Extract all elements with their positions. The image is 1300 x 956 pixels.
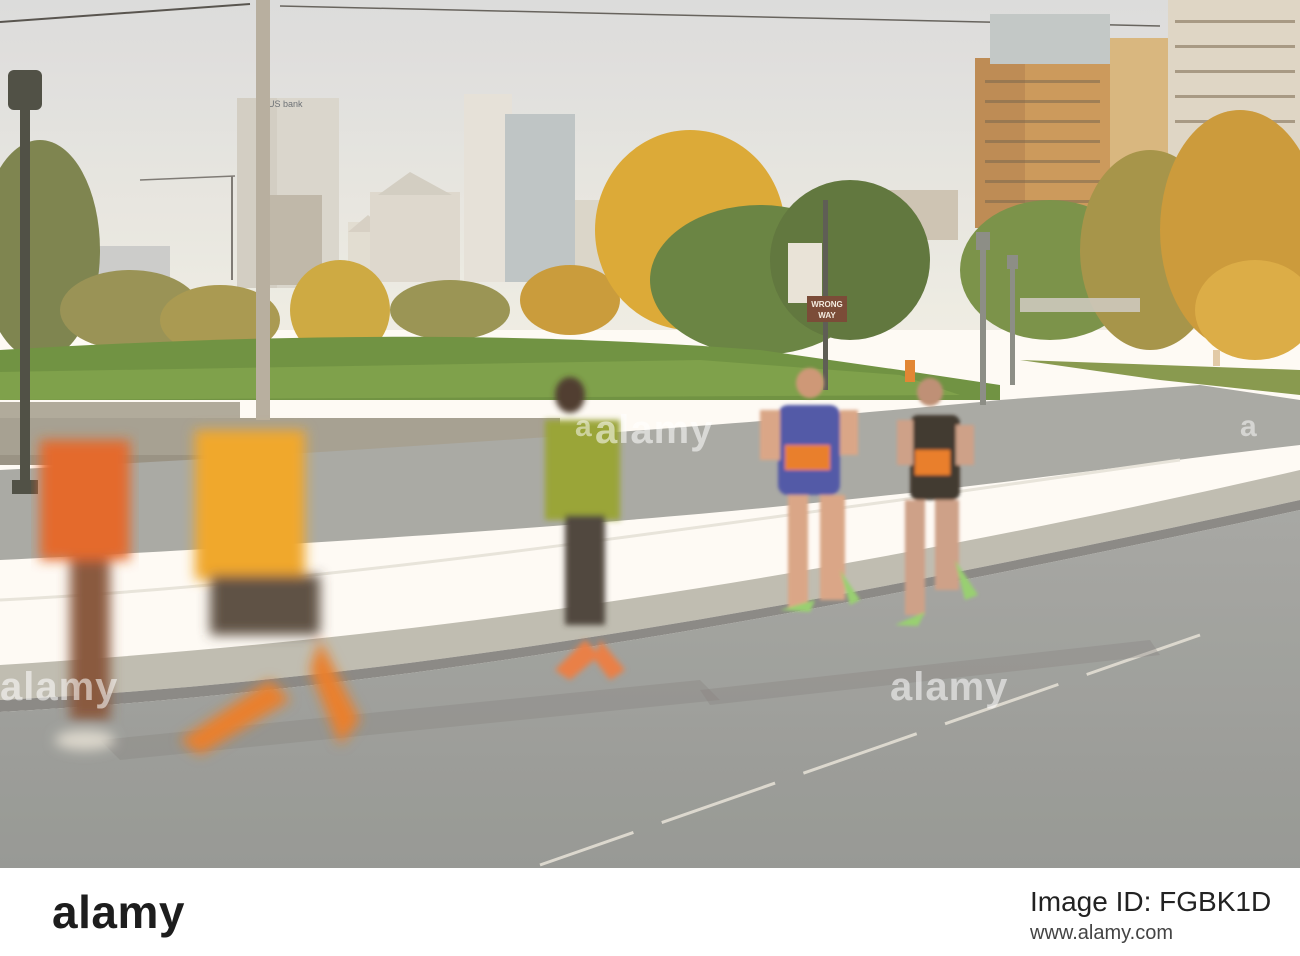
- photo-scene: US bank WRONG WAY: [0, 0, 1300, 868]
- watermark-tick: a: [1240, 410, 1257, 443]
- watermark-tick: a: [575, 410, 592, 443]
- image-id: Image ID: FGBK1D: [1030, 886, 1272, 917]
- site-url[interactable]: www.alamy.com: [1030, 922, 1173, 945]
- alamy-logo[interactable]: alamy: [52, 885, 185, 939]
